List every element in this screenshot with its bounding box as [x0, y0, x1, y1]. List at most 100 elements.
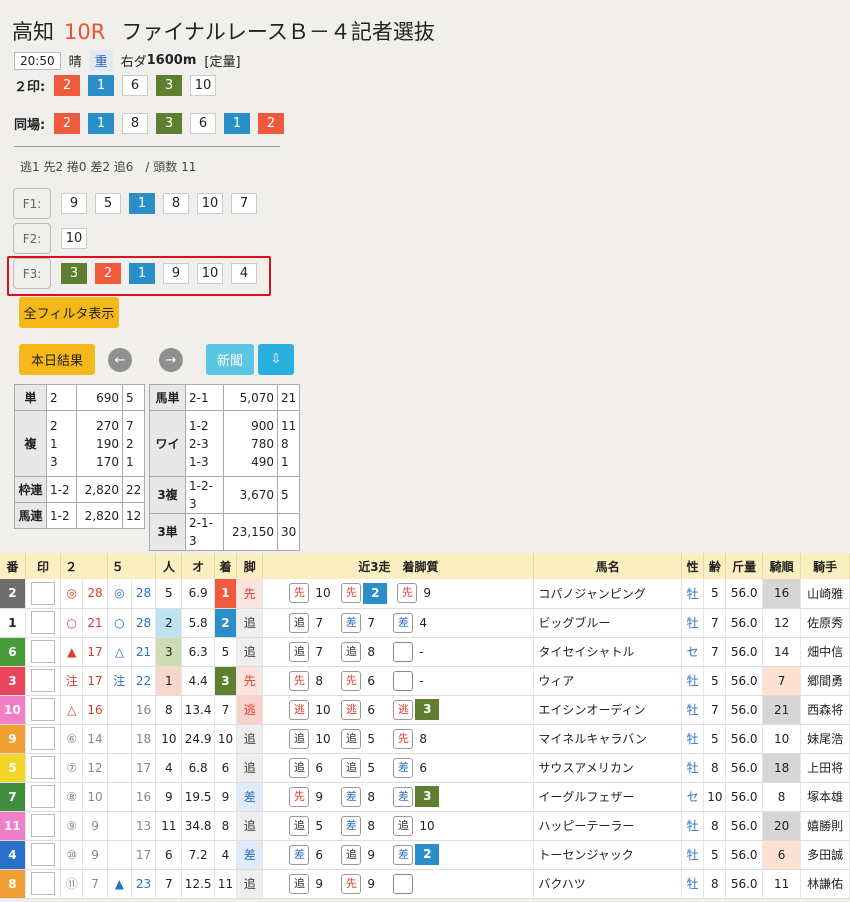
recent-finish: 8	[315, 673, 323, 688]
marks2-number: 2	[54, 75, 80, 96]
recent-finish: 9	[315, 789, 323, 804]
odds: 24.9	[181, 724, 215, 754]
filter-button-f2[interactable]: F2:	[13, 223, 51, 254]
mark-input[interactable]	[30, 814, 55, 837]
mark-input[interactable]	[30, 669, 55, 692]
table-row[interactable]: 2 ◎ 28 ◎ 28 5 6.9 1 先先 10 先 2 先 9 コパノジャンピング牡 5 56.0 16 山崎雅	[0, 579, 850, 609]
same-number: 1	[88, 113, 114, 134]
table-row[interactable]: 9 ⑥ 14 18 10 24.9 10 追追 10 追 5 先 8 マイネルキャラバン牡 5 56.0 10 妹…	[0, 724, 850, 754]
recent-style-badge: 差	[393, 844, 414, 865]
recent-style-badge: 追	[289, 757, 310, 778]
mark-input[interactable]	[30, 756, 55, 779]
sex: 牡	[681, 869, 705, 899]
mark-cell	[25, 869, 62, 899]
mark-input[interactable]	[30, 611, 55, 634]
popularity: 5	[155, 579, 183, 609]
jockey-rank: 18	[762, 753, 802, 783]
table-row[interactable]: 6 ▲ 17 △ 21 3 6.3 5 追追 7 追 8- タイセイシャトルセ 7 56.0 14 畑中信	[0, 637, 850, 667]
age: 7	[703, 695, 727, 725]
mark2-symbol: ○	[60, 608, 84, 638]
table-row[interactable]: 1 ○ 21 ○ 28 2 5.8 2 追追 7 差 7 差 4 ビッグブルー牡 7 56.0 12 佐原秀	[0, 608, 850, 638]
newspaper-button[interactable]: 新聞	[206, 344, 254, 375]
odds: 13.4	[181, 695, 215, 725]
age: 5	[703, 579, 727, 609]
odds: 6.9	[181, 579, 215, 609]
recent-races: 差6追9差2	[262, 840, 535, 870]
weight: 56.0	[725, 869, 763, 899]
mark2-score: 17	[82, 637, 108, 667]
sex: 牡	[681, 695, 705, 725]
running-style: 先	[236, 579, 264, 609]
recent-style-badge: 追	[341, 728, 362, 749]
table-row[interactable]: 7 ⑧ 10 16 9 19.5 9 差先 9 差 8 差 3 イーグルフェザーセ 10 56.0 8 塚本雄	[0, 782, 850, 812]
mark5-score: 28	[131, 608, 157, 638]
mark5-score: 17	[131, 753, 157, 783]
table-row[interactable]: 8 ⑪ 7 ▲ 23 7 12.5 11 追追 9 先 9 バクハツ牡 8 56.0 11 林謙佑	[0, 869, 850, 899]
recent-finish: 8	[367, 789, 375, 804]
finish: 1	[214, 579, 238, 609]
table-row[interactable]: 10 △ 16 16 8 13.4 7 逃逃 10 逃 6 逃 3 エイシンオーディン牡 7 56.0 21 西森…	[0, 695, 850, 725]
mark-cell	[25, 724, 62, 754]
finish: 2	[214, 608, 238, 638]
prev-arrow-icon[interactable]: ←	[108, 348, 132, 372]
mark-input[interactable]	[30, 785, 55, 808]
filter-number: 10	[197, 193, 223, 214]
weight: 56.0	[725, 753, 763, 783]
mark-input[interactable]	[30, 727, 55, 750]
table-row[interactable]: 3 注 17 注 22 1 4.4 3 先先 8 先 6- ウィア牡 5 56.0 7 郷間勇	[0, 666, 850, 696]
recent-style-badge	[393, 641, 414, 662]
download-cloud-icon[interactable]: ⇩	[258, 344, 294, 375]
mark5-symbol	[107, 753, 132, 783]
mark-input[interactable]	[30, 698, 55, 721]
mark-input[interactable]	[30, 581, 55, 605]
jockey-rank: 20	[762, 811, 802, 841]
recent-finish: 6	[315, 760, 323, 775]
today-results-button[interactable]: 本日結果	[19, 344, 95, 375]
recent-style-badge: 追	[289, 728, 310, 749]
all-filters-button[interactable]: 全フィルタ表示	[19, 297, 119, 328]
next-arrow-icon[interactable]: →	[159, 348, 183, 372]
popularity: 10	[155, 724, 183, 754]
filter-number: 10	[61, 228, 87, 249]
odds: 7.2	[181, 840, 215, 870]
same-venue-label: 同場:	[14, 118, 46, 133]
mark2-score: 9	[82, 811, 108, 841]
payout-table-left: 単 2 690 5 複 213 270 190 170 721 枠連 1-2 2,820 22 …	[14, 384, 146, 529]
filter-number: 7	[231, 193, 257, 214]
table-row[interactable]: 11 ⑨ 9 13 11 34.8 8 追追 5 差 8 追 10 ハッピーテーラー牡 8 56.0 20 嬉勝則	[0, 811, 850, 841]
recent-finish: 5	[367, 760, 375, 775]
mark-input[interactable]	[30, 872, 55, 895]
table-row[interactable]: 4 ⑩ 9 17 6 7.2 4 差差 6 追 9 差 2 トーセンジャック牡 5 56.0 6 多田誠	[0, 840, 850, 870]
jockey: 多田誠	[800, 840, 850, 870]
popularity: 4	[155, 753, 183, 783]
filter-button-f1[interactable]: F1:	[13, 188, 51, 219]
recent-style-badge	[393, 873, 414, 894]
jockey: 西森将	[800, 695, 850, 725]
recent-races: 追7差7差4	[262, 608, 535, 638]
mark-input[interactable]	[30, 843, 55, 866]
recent-finish: 7	[315, 644, 323, 659]
recent-style-badge: 追	[341, 757, 362, 778]
mark5-score: 18	[131, 724, 157, 754]
mark5-symbol: △	[107, 637, 132, 667]
marks2-number: 10	[190, 75, 216, 96]
weight: 56.0	[725, 840, 763, 870]
jockey-rank: 21	[762, 695, 802, 725]
marks2-number: 3	[156, 75, 182, 96]
mark2-symbol: ⑨	[60, 811, 84, 841]
mark5-symbol	[107, 840, 132, 870]
finish: 5	[214, 637, 238, 667]
recent-style-badge: 先	[341, 583, 362, 604]
weight: 56.0	[725, 608, 763, 638]
table-row[interactable]: 5 ⑦ 12 17 4 6.8 6 追追 6 追 5 差 6 サウスアメリカン牡 8 56.0 18 上田将	[0, 753, 850, 783]
recent-finish: 10	[315, 586, 331, 601]
recent-finish: 6	[367, 673, 375, 688]
divider	[14, 146, 280, 147]
jockey-rank: 6	[762, 840, 802, 870]
finish: 3	[214, 666, 238, 696]
running-style: 追	[236, 811, 264, 841]
finish: 7	[214, 695, 238, 725]
recent-style-badge: 差	[393, 612, 414, 633]
mark-input[interactable]	[30, 640, 55, 663]
horse-name: イーグルフェザー	[533, 782, 683, 812]
